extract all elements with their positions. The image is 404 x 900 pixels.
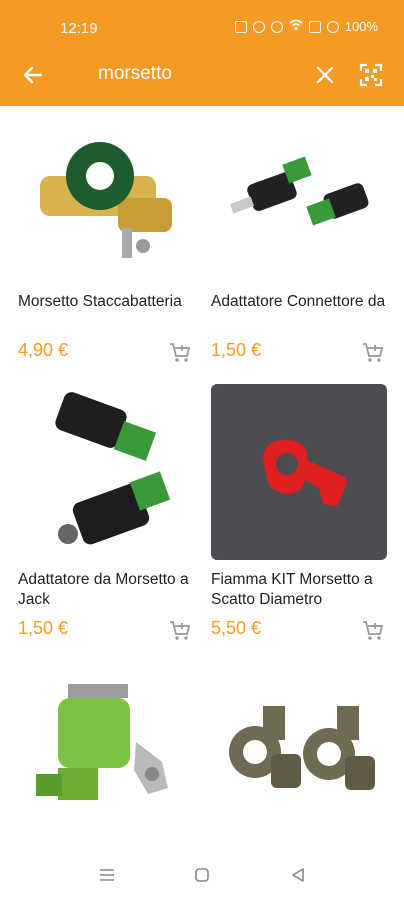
status-time: 12:19	[60, 20, 98, 37]
scan-button[interactable]	[352, 56, 390, 94]
home-square-icon	[195, 868, 209, 882]
wifi-icon	[289, 19, 303, 34]
product-image[interactable]	[18, 384, 194, 560]
product-price: 5,50 €	[211, 618, 262, 638]
menu-icon	[100, 869, 114, 881]
back-button[interactable]	[14, 56, 52, 94]
product-price: 1,50 €	[211, 340, 262, 360]
add-to-cart-icon	[170, 621, 191, 640]
add-to-cart-icon	[363, 343, 384, 362]
product-image[interactable]	[211, 662, 387, 838]
close-icon	[316, 66, 334, 84]
product-title: Fiamma KIT Morsetto a Scatto Diametro	[211, 571, 373, 608]
add-to-cart-button[interactable]	[166, 616, 194, 644]
product-card[interactable]: Adattatore Connettore da 1,50 €	[211, 106, 387, 368]
product-price: 4,90 €	[18, 340, 69, 360]
price-row: 1,50 €	[211, 338, 387, 368]
product-title: Adattatore Connettore da	[211, 293, 386, 310]
arrow-left-icon	[23, 66, 43, 84]
qr-scan-icon	[359, 63, 383, 87]
product-image[interactable]	[18, 106, 194, 282]
price-row: 1,50 €	[18, 616, 194, 646]
product-grid: Morsetto Staccabatteria 4,90 € Adattator…	[0, 106, 404, 850]
product-image[interactable]	[18, 662, 194, 838]
nfc-icon	[234, 20, 247, 33]
price-row: 5,50 €	[211, 616, 387, 646]
product-title: Adattatore da Morsetto a Jack	[18, 571, 189, 608]
product-card[interactable]	[18, 662, 194, 850]
alarm-icon	[252, 20, 265, 33]
add-to-cart-button[interactable]	[359, 616, 387, 644]
product-card[interactable]: Fiamma KIT Morsetto a Scatto Diametro 5,…	[211, 384, 387, 646]
battery-percent: 100%	[344, 19, 378, 34]
mute-icon	[270, 20, 283, 33]
app-bar: morsetto	[0, 44, 404, 106]
back-nav-button[interactable]	[287, 864, 309, 886]
add-to-cart-icon	[363, 621, 384, 640]
product-card[interactable]	[211, 662, 387, 850]
add-to-cart-button[interactable]	[359, 338, 387, 366]
battery-icon	[326, 20, 339, 33]
price-row: 4,90 €	[18, 338, 194, 368]
product-image[interactable]	[211, 106, 387, 282]
product-title: Morsetto Staccabatteria	[18, 293, 182, 310]
product-price: 1,50 €	[18, 618, 69, 638]
add-to-cart-icon	[170, 343, 191, 362]
product-card[interactable]: Morsetto Staccabatteria 4,90 €	[18, 106, 194, 368]
system-nav-bar	[0, 850, 404, 900]
clear-search-button[interactable]	[306, 56, 344, 94]
search-query[interactable]: morsetto	[98, 63, 172, 85]
add-to-cart-button[interactable]	[166, 338, 194, 366]
recent-apps-button[interactable]	[96, 864, 118, 886]
status-bar: 12:19 100%	[0, 0, 404, 44]
product-card[interactable]: Adattatore da Morsetto a Jack 1,50 €	[18, 384, 194, 646]
home-button[interactable]	[191, 864, 213, 886]
signal-x-icon	[308, 20, 321, 33]
status-icons: 100%	[234, 19, 378, 34]
back-triangle-icon	[292, 868, 304, 882]
product-image[interactable]	[211, 384, 387, 560]
